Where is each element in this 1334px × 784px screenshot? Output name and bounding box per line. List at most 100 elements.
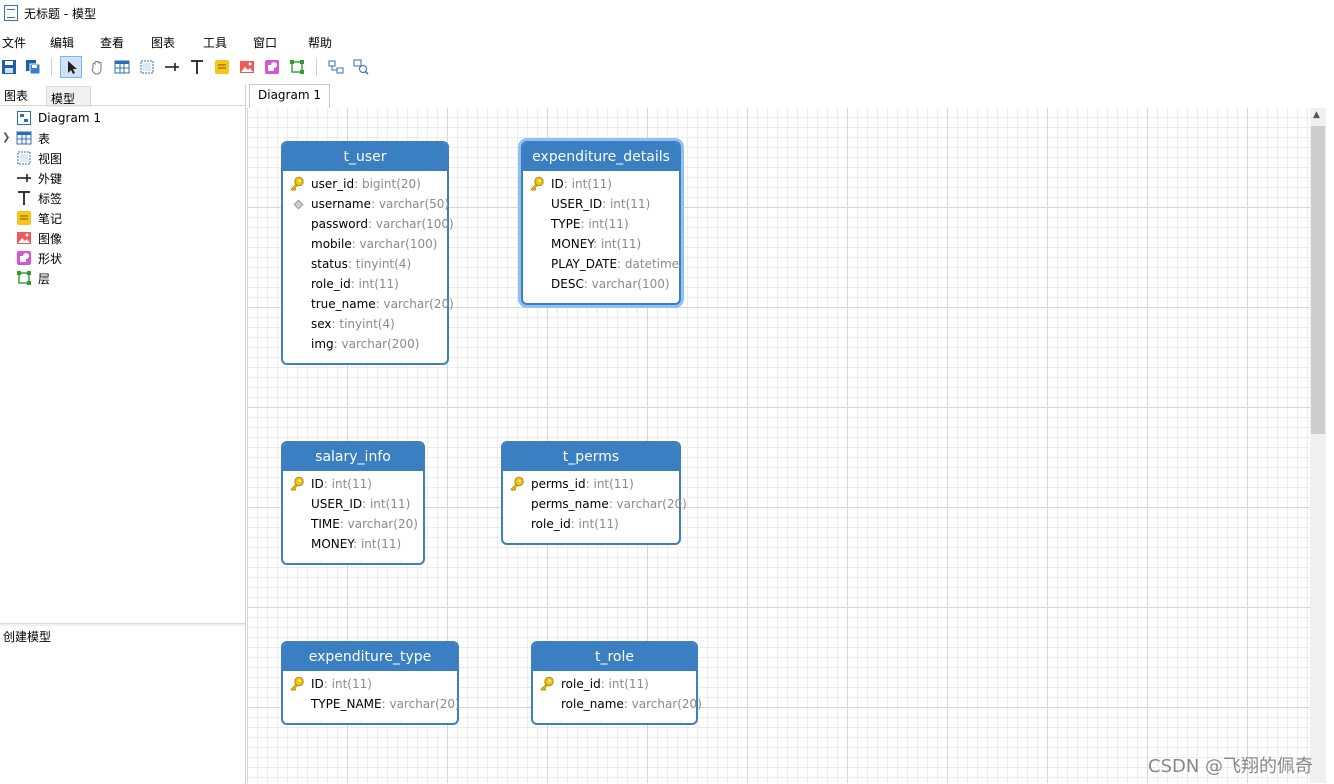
menu-view[interactable]: 查看	[100, 31, 124, 54]
pointer-icon[interactable]	[60, 56, 82, 78]
menu-help[interactable]: 帮助	[308, 31, 332, 54]
tree-item-label: 图像	[38, 231, 63, 246]
entity-expenditure-details[interactable]: expenditure_details ID: int(11) USER_ID: …	[521, 141, 681, 305]
toolbar-separator	[316, 58, 317, 76]
menu-window[interactable]: 窗口	[253, 31, 277, 54]
entity-field[interactable]: MONEY: int(11)	[523, 234, 679, 254]
layer-icon	[16, 270, 32, 286]
entity-field[interactable]: username: varchar(50)	[283, 194, 450, 214]
field-type: : bigint(20)	[354, 177, 421, 191]
field-name: role_id	[531, 517, 571, 531]
entity-field[interactable]: TIME: varchar(20)	[283, 514, 423, 534]
scrollbar-thumb[interactable]	[1311, 126, 1325, 434]
entity-field[interactable]: mobile: varchar(100)	[283, 234, 447, 254]
field-name: USER_ID	[311, 497, 363, 511]
tree-item-label: 标签	[38, 191, 63, 206]
entity-field[interactable]: MONEY: int(11)	[283, 534, 423, 554]
entity-field[interactable]: ID: int(11)	[283, 674, 457, 694]
tree-item-labels[interactable]: 标签	[16, 188, 62, 208]
primary-key-icon	[289, 676, 305, 692]
entity-field[interactable]: password: varchar(100)	[283, 214, 454, 234]
entity-field[interactable]: PLAY_DATE: datetime	[523, 254, 679, 274]
view-icon[interactable]	[136, 56, 158, 78]
entity-field[interactable]: role_id: int(11)	[503, 514, 679, 534]
entity-field[interactable]: USER_ID: int(11)	[523, 194, 679, 214]
image-icon[interactable]	[236, 56, 258, 78]
entity-field[interactable]: TYPE: int(11)	[523, 214, 679, 234]
tree-item-tables[interactable]: 表	[16, 128, 50, 148]
tab-diagram-1[interactable]: Diagram 1	[249, 84, 330, 108]
entity-field[interactable]: perms_name: varchar(20)	[503, 494, 687, 514]
foreign-key-icon[interactable]	[161, 56, 183, 78]
right-panel-edge	[1328, 108, 1334, 783]
tree-item-notes[interactable]: 笔记	[16, 208, 62, 228]
entity-field[interactable]: role_name: varchar(20)	[533, 694, 702, 714]
tree-item-label: 外键	[38, 171, 63, 186]
field-name: ID	[311, 477, 324, 491]
tree-item-label: 表	[38, 131, 51, 146]
entity-field[interactable]: role_id: int(11)	[533, 674, 696, 694]
vertical-scrollbar[interactable]: ▲	[1310, 108, 1326, 783]
menu-bar: 文件 编辑 查看 图表 工具 窗口 帮助	[0, 28, 1334, 52]
entity-field[interactable]: perms_id: int(11)	[503, 474, 679, 494]
diagram-canvas[interactable]: t_user user_id: bigint(20) username: varc…	[247, 108, 1310, 783]
entity-field[interactable]: ID: int(11)	[523, 174, 679, 194]
note-icon	[16, 210, 32, 226]
tree-item-diagram[interactable]: Diagram 1	[16, 108, 101, 128]
primary-key-icon	[289, 176, 305, 192]
entity-field[interactable]: ID: int(11)	[283, 474, 423, 494]
field-name: DESC	[551, 277, 584, 291]
field-type: : varchar(50)	[371, 197, 450, 211]
label-icon	[16, 190, 32, 206]
entity-field[interactable]: TYPE_NAME: varchar(20)	[283, 694, 460, 714]
table-icon[interactable]	[111, 56, 133, 78]
shape-icon[interactable]	[261, 56, 283, 78]
field-type: : varchar(100)	[583, 277, 670, 291]
entity-field[interactable]: user_id: bigint(20)	[283, 174, 447, 194]
tab-diagram[interactable]: 图表	[0, 84, 46, 106]
scroll-up-icon[interactable]: ▲	[1313, 110, 1320, 120]
tree-item-foreign-keys[interactable]: 外键	[16, 168, 62, 188]
save-icon[interactable]	[0, 56, 20, 78]
menu-edit[interactable]: 编辑	[50, 31, 74, 54]
auto-layout-icon[interactable]	[325, 56, 347, 78]
entity-t-role[interactable]: t_role role_id: int(11) role_name: varcha…	[531, 641, 702, 725]
field-name: ID	[551, 177, 564, 191]
menu-tools[interactable]: 工具	[203, 31, 227, 54]
tree-item-images[interactable]: 图像	[16, 228, 62, 248]
tree-item-shapes[interactable]: 形状	[16, 248, 62, 268]
shape-icon	[16, 250, 32, 266]
field-name: username	[311, 197, 371, 211]
tree-item-layers[interactable]: 层	[16, 268, 50, 288]
entity-expenditure-type[interactable]: expenditure_type ID: int(11) TYPE_NAME: v…	[281, 641, 460, 725]
field-type: : tinyint(4)	[331, 317, 395, 331]
entity-field[interactable]: sex: tinyint(4)	[283, 314, 447, 334]
menu-diagram[interactable]: 图表	[151, 31, 175, 54]
tab-model[interactable]: 模型	[46, 86, 91, 107]
hand-icon[interactable]	[86, 56, 108, 78]
entity-salary-info[interactable]: salary_info ID: int(11) USER_ID: int(11) T…	[281, 441, 425, 565]
panel-splitter[interactable]	[0, 623, 246, 626]
entity-t-user[interactable]: t_user user_id: bigint(20) username: varc…	[281, 141, 454, 365]
field-type: : int(11)	[585, 477, 634, 491]
entity-field[interactable]: USER_ID: int(11)	[283, 494, 423, 514]
field-type: : int(11)	[570, 517, 619, 531]
menu-file[interactable]: 文件	[2, 31, 26, 54]
entity-field[interactable]: DESC: varchar(100)	[523, 274, 679, 294]
save-as-icon[interactable]	[22, 56, 44, 78]
layer-icon[interactable]	[286, 56, 308, 78]
label-icon[interactable]	[186, 56, 208, 78]
note-icon[interactable]	[211, 56, 233, 78]
entity-fields: ID: int(11) TYPE_NAME: varchar(20)	[283, 671, 460, 718]
entity-field[interactable]: img: varchar(200)	[283, 334, 447, 354]
entity-field[interactable]: true_name: varchar(20)	[283, 294, 454, 314]
create-model-label: 创建模型	[3, 630, 52, 644]
entity-field[interactable]: status: tinyint(4)	[283, 254, 447, 274]
chevron-right-icon[interactable]: ❯	[2, 132, 10, 143]
entity-t-perms[interactable]: t_perms perms_id: int(11) perms_name: var…	[501, 441, 687, 545]
index-diamond-icon	[293, 199, 304, 210]
entity-field[interactable]: role_id: int(11)	[283, 274, 447, 294]
tree-item-label: 层	[38, 271, 51, 286]
find-icon[interactable]	[350, 56, 372, 78]
tree-item-views[interactable]: 视图	[16, 148, 62, 168]
